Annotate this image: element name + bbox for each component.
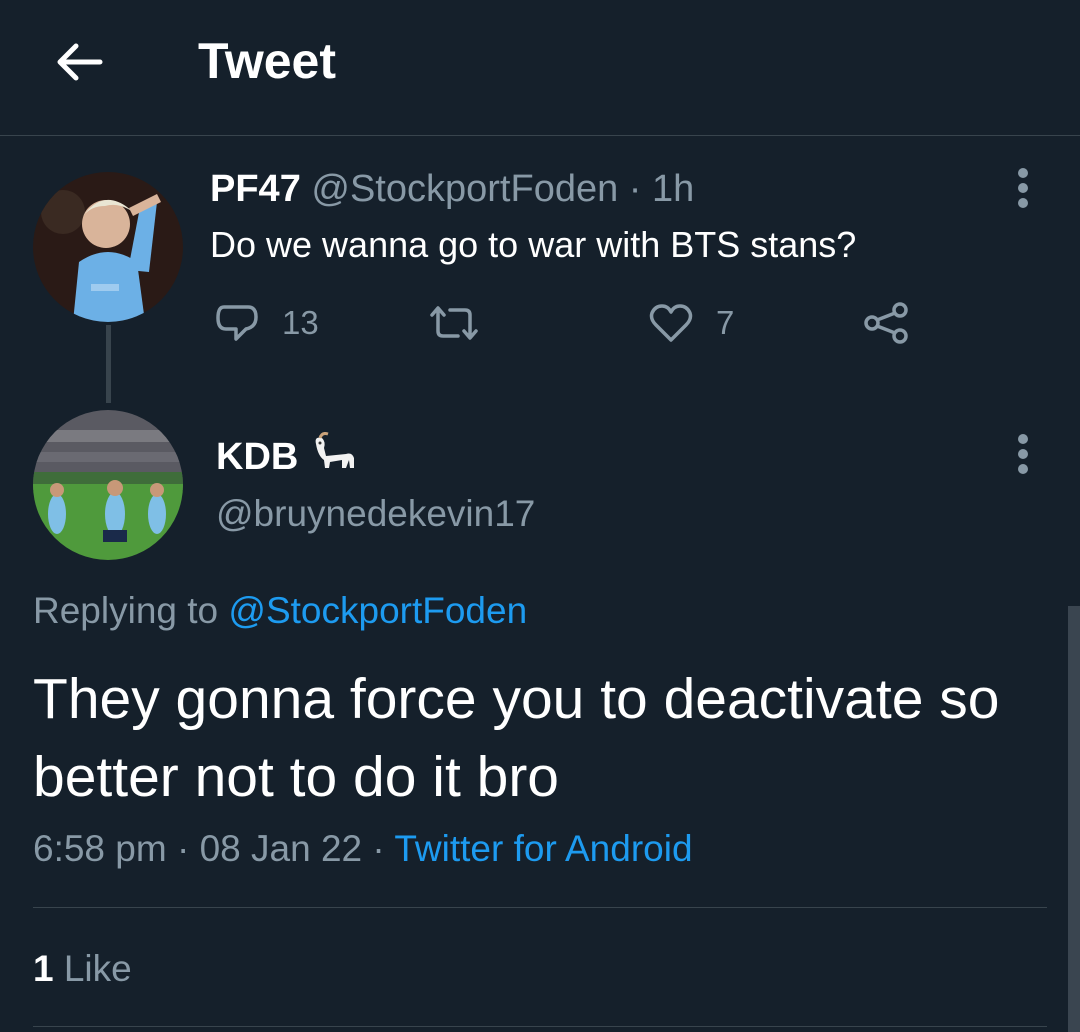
replying-to-link[interactable]: @StockportFoden	[228, 590, 527, 631]
reply-count: 13	[282, 304, 319, 341]
like-count: 7	[716, 304, 735, 341]
reply-display-name-text: KDB	[216, 435, 299, 478]
reply-display-name[interactable]: KDB	[216, 432, 358, 482]
likes-summary[interactable]: 1 Like	[33, 948, 132, 990]
likes-count: 1	[33, 948, 54, 989]
scrollbar[interactable]	[1068, 606, 1080, 1032]
replying-to-line: Replying to @StockportFoden	[33, 590, 527, 632]
likes-divider	[33, 1026, 1047, 1027]
retweet-icon	[430, 306, 478, 340]
tweet-meta: 6:58 pm · 08 Jan 22 · Twitter for Androi…	[33, 828, 693, 870]
avatar-kdb[interactable]	[33, 410, 183, 560]
tweet-source-link[interactable]: Twitter for Android	[394, 828, 692, 869]
tweet-time: 6:58 pm	[33, 828, 167, 869]
tweet-date: · 08 Jan 22 ·	[176, 828, 385, 869]
meta-divider	[33, 907, 1047, 908]
parent-more-icon[interactable]	[1018, 168, 1030, 208]
goat-emoji-icon	[312, 432, 358, 482]
parent-display-name[interactable]: PF47	[210, 168, 301, 210]
reply-action[interactable]: 13	[214, 298, 319, 348]
reply-icon	[216, 305, 258, 341]
parent-handle[interactable]: @StockportFoden	[311, 168, 618, 210]
parent-tweet-header: PF47 @StockportFoden · 1h	[210, 168, 694, 211]
retweet-action[interactable]	[428, 298, 502, 348]
reply-handle[interactable]: @bruynedekevin17	[216, 493, 535, 535]
heart-icon	[649, 304, 693, 342]
page-title: Tweet	[198, 33, 336, 89]
share-action[interactable]	[862, 298, 910, 348]
share-icon	[864, 302, 908, 344]
parent-time: · 1h	[628, 168, 695, 210]
back-arrow-icon[interactable]	[50, 38, 106, 86]
like-action[interactable]: 7	[648, 298, 734, 348]
reply-tweet-text: They gonna force you to deactivate so be…	[33, 667, 1000, 809]
top-bar: Tweet	[0, 0, 1080, 136]
parent-action-bar: 13 7	[0, 298, 1080, 348]
reply-more-icon[interactable]	[1018, 434, 1030, 474]
replying-to-label: Replying to	[33, 590, 219, 631]
likes-label: Like	[63, 948, 132, 989]
parent-tweet-text: Do we wanna go to war with BTS stans?	[210, 224, 857, 265]
